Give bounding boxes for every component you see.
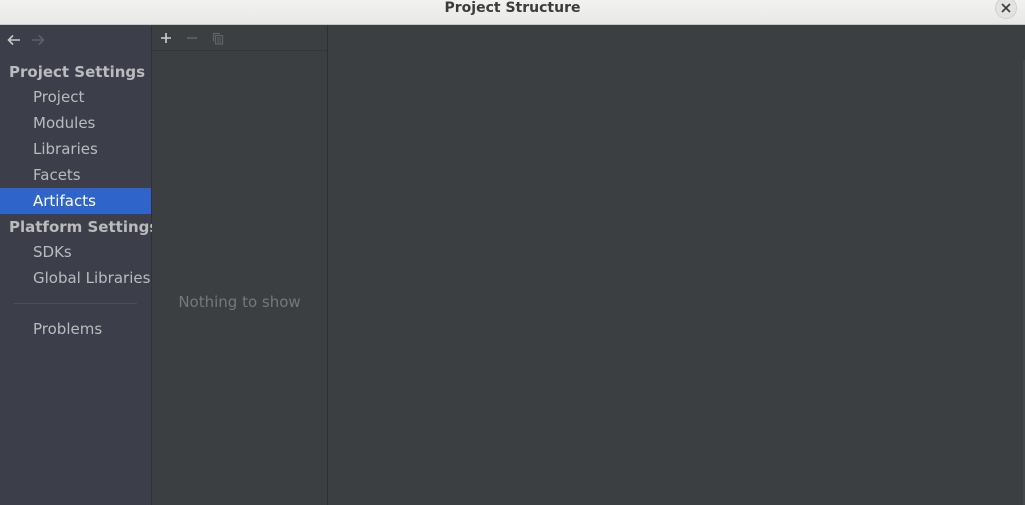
sidebar-item-artifacts[interactable]: Artifacts [0, 188, 151, 214]
minus-icon [187, 37, 197, 39]
settings-sidebar: Project Settings Project Modules Librari… [0, 25, 158, 505]
sidebar-divider [14, 303, 137, 304]
sidebar-item-sdks[interactable]: SDKs [0, 239, 151, 265]
platform-settings-header: Platform Settings [9, 218, 159, 236]
sidebar-item-problems[interactable]: Problems [0, 316, 151, 342]
copy-button[interactable] [209, 29, 227, 47]
history-navigation [5, 31, 47, 49]
window-title: Project Structure [444, 0, 581, 16]
plus-icon [161, 33, 171, 43]
forward-button[interactable] [29, 31, 47, 49]
copy-icon [212, 32, 224, 45]
artifact-detail-pane [328, 25, 1025, 505]
sidebar-item-modules[interactable]: Modules [0, 110, 151, 136]
sidebar-item-libraries[interactable]: Libraries [0, 136, 151, 162]
sidebar-item-facets[interactable]: Facets [0, 162, 151, 188]
list-toolbar [152, 25, 327, 51]
project-settings-header: Project Settings [9, 63, 146, 81]
empty-list-message: Nothing to show [178, 293, 301, 311]
arrow-left-icon [7, 34, 20, 46]
remove-button[interactable] [183, 29, 201, 47]
arrow-right-icon [32, 34, 45, 46]
back-button[interactable] [5, 31, 23, 49]
add-button[interactable] [157, 29, 175, 47]
project-structure-window: Project Structure Project Settings Proje… [0, 0, 1025, 505]
sidebar-item-project[interactable]: Project [0, 84, 151, 110]
title-bar: Project Structure [0, 0, 1025, 25]
sidebar-item-global-libraries[interactable]: Global Libraries [0, 265, 151, 291]
close-icon [1001, 3, 1011, 13]
artifacts-list-pane: Nothing to show [152, 25, 328, 505]
